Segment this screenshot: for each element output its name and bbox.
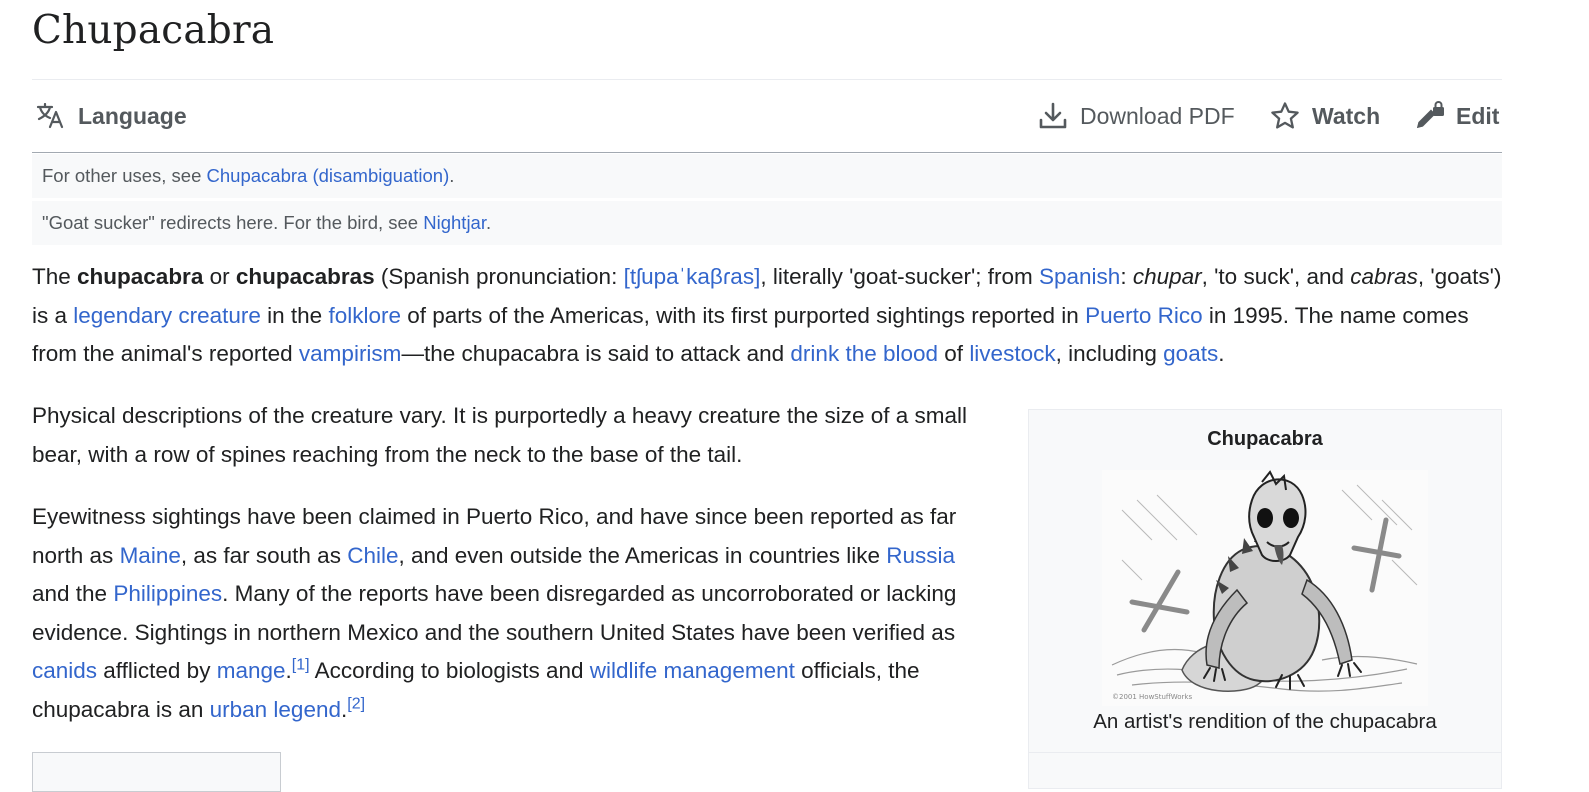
infobox-title: Chupacabra [1207, 428, 1323, 450]
disambiguation-link[interactable]: Chupacabra (disambiguation) [207, 165, 450, 186]
watch-button[interactable]: Watch [1270, 100, 1380, 132]
translate-icon [36, 103, 78, 129]
hatnote-text: "Goat sucker" redirects here. For the bi… [42, 212, 424, 233]
edit-lock-icon [1414, 101, 1456, 131]
article-page: Chupacabra Language Download PDF Watch E… [0, 0, 1589, 792]
description-paragraph: Physical descriptions of the creature va… [32, 403, 968, 467]
goats-link[interactable]: goats [1163, 341, 1218, 366]
page-title: Chupacabra [32, 8, 275, 53]
philippines-link[interactable]: Philippines [113, 581, 222, 606]
body-text: afflicted by [97, 658, 217, 683]
bold-term: chupacabra [77, 264, 204, 289]
bold-term: chupacabras [235, 264, 375, 289]
italic-term: cabras [1350, 264, 1418, 289]
body-text: , literally 'goat-sucker'; from [760, 264, 1039, 289]
watch-label: Watch [1312, 102, 1381, 129]
ipa-link[interactable]: [tʃupaˈkaβɾas] [624, 264, 761, 289]
edit-label: Edit [1456, 102, 1500, 129]
livestock-link[interactable]: livestock [969, 341, 1055, 366]
body-text: , 'to suck', and [1201, 264, 1351, 289]
body-text: The [32, 264, 78, 289]
page-toolbar: Language Download PDF Watch Edit [32, 90, 1502, 142]
table-of-contents-box [32, 752, 281, 792]
chile-link[interactable]: Chile [347, 543, 398, 568]
legendary-creature-link[interactable]: legendary creature [73, 303, 261, 328]
reference-2-link[interactable]: [2] [347, 695, 365, 712]
puerto-rico-link[interactable]: Puerto Rico [1085, 303, 1203, 328]
italic-term: chupar [1132, 264, 1202, 289]
hatnote-text: . [485, 212, 492, 233]
language-button[interactable]: Language [36, 100, 187, 132]
download-pdf-label: Download PDF [1080, 102, 1235, 129]
download-icon [1038, 101, 1080, 131]
body-text: and the [32, 581, 114, 606]
lead-paragraph: The chupacabra or chupacabras (Spanish p… [32, 258, 1504, 374]
body-text: or [203, 264, 236, 289]
body-text: , and even outside the Americas in count… [398, 542, 887, 568]
wildlife-management-link[interactable]: wildlife management [590, 658, 795, 683]
chupacabra-illustration[interactable]: ©2001 HowStuffWorks [1102, 470, 1428, 706]
russia-link[interactable]: Russia [886, 543, 955, 568]
body-text: , as far south as [180, 542, 348, 568]
infobox-divider [1029, 752, 1501, 753]
infobox: Chupacabra ©2001 HowStuffWorks An artist… [1028, 409, 1502, 789]
hatnote-text: . [449, 165, 455, 186]
title-divider [32, 79, 1502, 80]
edit-button[interactable]: Edit [1414, 100, 1499, 132]
hatnote-other-uses: For other uses, see Chupacabra (disambig… [32, 154, 1502, 198]
drink-the-blood-link[interactable]: drink the blood [790, 341, 938, 366]
hatnote-redirect: "Goat sucker" redirects here. For the bi… [32, 201, 1502, 245]
hatnote-text: For other uses, see [42, 165, 207, 186]
sightings-paragraph: Eyewitness sightings have been claimed i… [32, 498, 982, 729]
body-text: , including [1055, 341, 1164, 366]
image-watermark: ©2001 HowStuffWorks [1112, 693, 1192, 701]
reference-1-link[interactable]: [1] [292, 657, 310, 674]
body-text: According to biologists and [309, 658, 590, 683]
maine-link[interactable]: Maine [120, 543, 181, 568]
vampirism-link[interactable]: vampirism [299, 341, 402, 366]
body-text: of [938, 341, 970, 366]
infobox-caption: An artist's rendition of the chupacabra [1093, 710, 1437, 733]
mange-link[interactable]: mange [217, 658, 286, 683]
body-text: —the chupacabra is said to attack and [401, 341, 791, 366]
spanish-link[interactable]: Spanish [1039, 264, 1120, 289]
nightjar-link[interactable]: Nightjar [423, 212, 486, 233]
urban-legend-link[interactable]: urban legend [210, 697, 341, 722]
language-label: Language [78, 102, 187, 129]
star-icon [1270, 101, 1312, 131]
canids-link[interactable]: canids [32, 658, 97, 683]
toolbar-divider [32, 152, 1502, 153]
folklore-link[interactable]: folklore [328, 303, 401, 328]
download-pdf-button[interactable]: Download PDF [1038, 100, 1235, 132]
body-text: in the [260, 302, 329, 328]
body-text: : [1120, 264, 1133, 289]
body-text: (Spanish pronunciation: [374, 264, 624, 289]
body-text: of parts of the Americas, with its first… [400, 302, 1086, 328]
body-text: . [1218, 341, 1225, 366]
